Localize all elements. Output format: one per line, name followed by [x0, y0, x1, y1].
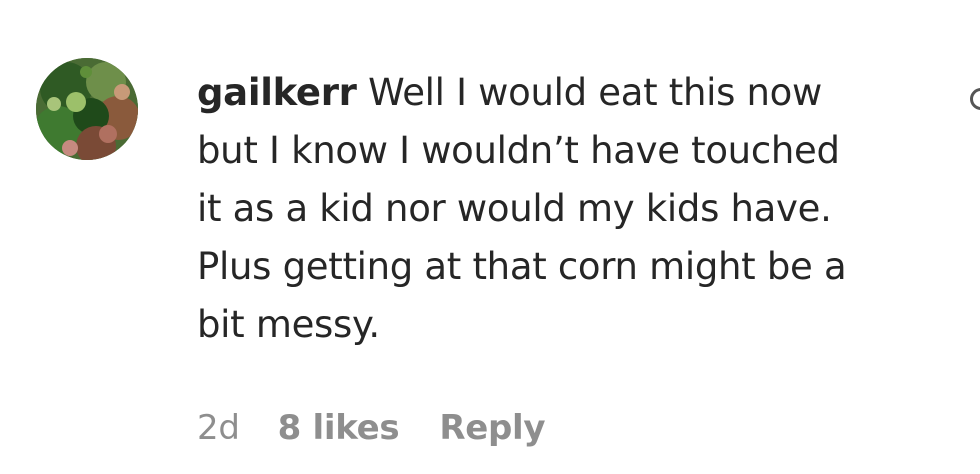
comment-text-line-4: Plus getting at that corn might be a	[197, 245, 847, 288]
like-heart-icon-shape	[970, 88, 980, 110]
avatar[interactable]	[36, 58, 138, 160]
comment-text-line-3: it as a kid nor would my kids have.	[197, 187, 832, 230]
comment-text-line-1: Well I would eat this now	[368, 71, 822, 114]
comment-line: gailkerr Well I would eat this now	[197, 64, 917, 122]
comment-timestamp: 2d	[197, 408, 240, 448]
comment-text-line-5: bit messy.	[197, 303, 380, 346]
comment-meta: 2d 8 likes Reply	[197, 404, 546, 452]
likes-count-link[interactable]: 8 likes	[278, 408, 400, 448]
comment-username[interactable]: gailkerr	[197, 71, 357, 114]
comment-text: gailkerr Well I would eat this now but I…	[197, 64, 917, 354]
comment: gailkerr Well I would eat this now but I…	[0, 0, 980, 474]
like-heart-icon[interactable]	[966, 88, 980, 112]
avatar-image	[36, 58, 138, 160]
comment-text-line-2: but I know I wouldn’t have touched	[197, 129, 840, 172]
reply-button[interactable]: Reply	[439, 408, 545, 448]
